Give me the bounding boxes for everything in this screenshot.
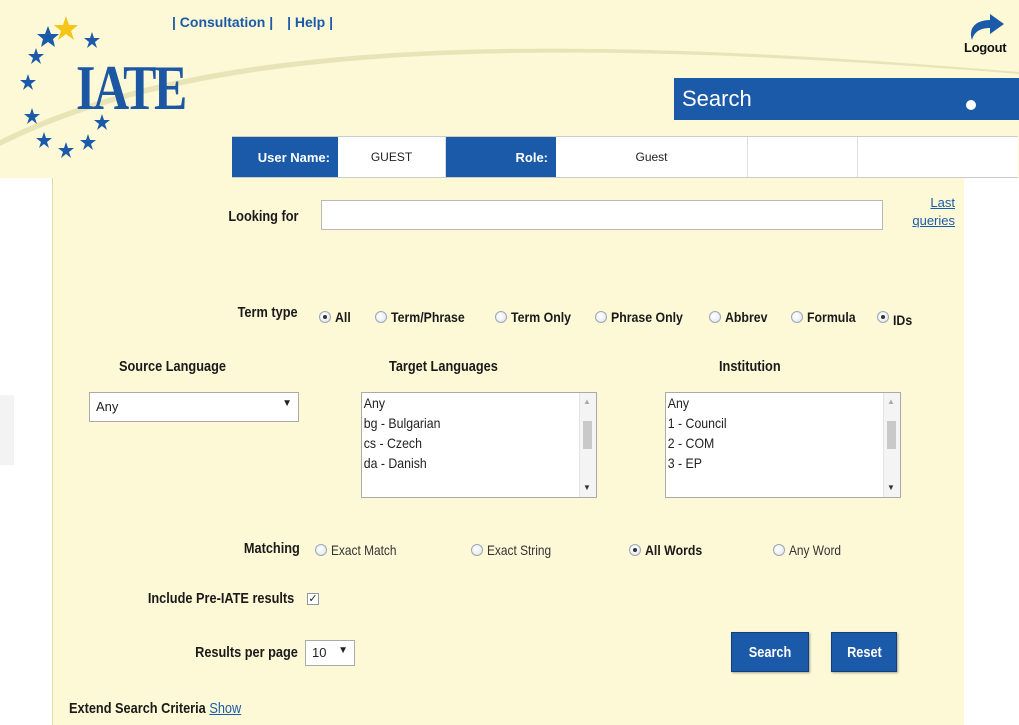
user-bar-cell-empty-2 (858, 137, 1018, 177)
search-form: Looking for Last queries Term type All T… (52, 178, 964, 725)
extend-search-show-link[interactable]: Show (209, 700, 241, 717)
term-type-label: Term type (238, 304, 298, 321)
term-type-all-label: All (335, 309, 351, 325)
term-type-phrase-only-radio[interactable] (595, 311, 607, 323)
matching-exact-string-radio[interactable] (471, 544, 483, 556)
list-item[interactable]: bg - Bulgarian (362, 413, 568, 433)
results-per-page-select[interactable]: 10 ▼ (305, 640, 355, 666)
top-nav: | Consultation | | Help | (172, 14, 343, 30)
user-bar: User Name: GUEST Role: Guest (232, 136, 1018, 178)
user-name-value: GUEST (338, 137, 446, 177)
logo-text: IATE (76, 52, 187, 123)
institution-listbox[interactable]: Any 1 - Council 2 - COM 3 - EP ▲ ▼ (665, 392, 901, 498)
matching-any-word-option: Any Word (773, 542, 850, 558)
matching-label: Matching (244, 540, 300, 557)
matching-exact-match-label: Exact Match (331, 542, 397, 558)
term-type-formula-label: Formula (807, 309, 856, 325)
scrollbar-thumb[interactable] (583, 421, 592, 449)
matching-exact-string-option: Exact String (471, 542, 562, 558)
search-button-label: Search (748, 643, 792, 661)
role-value: Guest (556, 137, 748, 177)
dropdown-arrow-icon: ▼ (338, 645, 348, 656)
role-label: Role: (446, 137, 556, 177)
term-type-abbrev-label: Abbrev (725, 309, 768, 325)
matching-exact-string-label: Exact String (487, 542, 552, 558)
looking-for-input[interactable] (321, 200, 883, 230)
term-type-term-only-radio[interactable] (495, 311, 507, 323)
pre-iate-checkbox[interactable]: ✓ (307, 593, 319, 605)
institution-label: Institution (719, 358, 781, 375)
target-languages-listbox[interactable]: Any bg - Bulgarian cs - Czech da - Danis… (361, 392, 597, 498)
matching-exact-match-option: Exact Match (315, 542, 408, 558)
looking-for-label: Looking for (227, 208, 298, 225)
extend-search-label: Extend Search Criteria (69, 700, 206, 717)
matching-exact-match-radio[interactable] (315, 544, 327, 556)
term-type-term-phrase-label: Term/Phrase (391, 309, 465, 325)
list-item[interactable]: 2 - COM (666, 433, 872, 453)
term-type-formula-radio[interactable] (791, 311, 803, 323)
last-queries-link[interactable]: Last queries (891, 194, 955, 230)
last-queries-line1: Last (930, 195, 955, 210)
scroll-down-icon[interactable]: ▼ (583, 483, 591, 492)
dropdown-arrow-icon: ▼ (282, 398, 292, 409)
scroll-up-icon[interactable]: ▲ (887, 397, 895, 406)
scroll-up-icon[interactable]: ▲ (583, 397, 591, 406)
consultation-link[interactable]: | Consultation | (172, 14, 273, 30)
left-edge-shade (0, 395, 14, 465)
user-bar-cell-empty-1 (748, 137, 858, 177)
matching-any-word-label: Any Word (789, 542, 842, 558)
extend-search-criteria: Extend Search Criteria Show (69, 700, 241, 717)
pre-iate-label: Include Pre-IATE results (147, 590, 294, 607)
user-name-label: User Name: (232, 137, 338, 177)
term-type-abbrev-radio[interactable] (709, 311, 721, 323)
matching-all-words-label: All Words (645, 542, 703, 558)
page-title: Search (682, 86, 752, 111)
term-type-all-radio[interactable] (319, 311, 331, 323)
logout-button[interactable]: Logout (964, 40, 1007, 55)
list-item[interactable]: cs - Czech (362, 433, 568, 453)
list-item[interactable]: Any (666, 393, 872, 413)
list-item[interactable]: Any (362, 393, 568, 413)
term-type-phrase-only-label: Phrase Only (611, 309, 683, 325)
scroll-down-icon[interactable]: ▼ (887, 483, 895, 492)
matching-all-words-option: All Words (629, 542, 710, 558)
source-language-label: Source Language (119, 358, 226, 375)
term-type-term-only-label: Term Only (511, 309, 572, 325)
scrollbar-thumb[interactable] (887, 421, 896, 449)
last-queries-line2: queries (912, 213, 955, 228)
source-language-select[interactable]: Any ▼ (89, 392, 299, 422)
term-type-group: All Term/Phrase Term Only Phrase Only Ab… (319, 306, 927, 328)
scrollbar[interactable]: ▲ ▼ (883, 393, 900, 497)
reset-button-label: Reset (846, 643, 882, 661)
search-button[interactable]: Search (731, 632, 809, 672)
help-link[interactable]: | Help | (287, 14, 333, 30)
reset-button[interactable]: Reset (831, 632, 897, 672)
list-item[interactable]: 3 - EP (666, 453, 872, 473)
scrollbar[interactable]: ▲ ▼ (579, 393, 596, 497)
target-languages-label: Target Languages (389, 358, 498, 375)
term-type-term-phrase-radio[interactable] (375, 311, 387, 323)
iate-logo: IATE (18, 14, 187, 164)
results-per-page-label: Results per page (195, 644, 298, 661)
source-language-value: Any (96, 399, 119, 414)
term-type-ids-radio[interactable] (877, 311, 889, 323)
matching-all-words-radio[interactable] (629, 544, 641, 556)
list-item[interactable]: 1 - Council (666, 413, 872, 433)
dot-icon (966, 100, 976, 110)
term-type-ids-label: IDs (893, 312, 913, 328)
list-item[interactable]: da - Danish (362, 453, 568, 473)
matching-any-word-radio[interactable] (773, 544, 785, 556)
results-per-page-value: 10 (312, 645, 327, 660)
search-banner: Search (674, 78, 1019, 120)
